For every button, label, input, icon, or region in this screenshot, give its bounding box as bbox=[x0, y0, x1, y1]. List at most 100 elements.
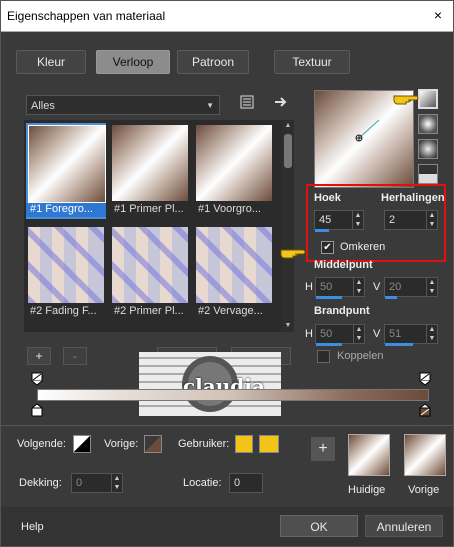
middelpunt-label: Middelpunt bbox=[314, 259, 373, 271]
herhalingen-label: Herhalingen bbox=[381, 192, 445, 204]
gallery-item[interactable]: #1 Foregro... bbox=[26, 123, 106, 219]
hoek-spinner[interactable]: 45 ▲ ▼ bbox=[314, 210, 364, 232]
spin-arrows-icon[interactable]: ▲ ▼ bbox=[426, 325, 437, 343]
herhalingen-value: 2 bbox=[389, 214, 396, 226]
middelpunt-h-spinner[interactable]: 50 ▲ ▼ bbox=[315, 277, 365, 299]
gallery-scrollbar[interactable]: ▲ ▼ bbox=[282, 120, 294, 332]
locatie-field[interactable]: 0 bbox=[229, 473, 263, 493]
gallery-item[interactable]: #1 Voorgro... bbox=[194, 123, 274, 219]
huidige-swatch[interactable] bbox=[348, 434, 390, 476]
dekking-value: 0 bbox=[76, 477, 83, 489]
gradient-thumbnail bbox=[28, 125, 106, 203]
hoek-value: 45 bbox=[319, 214, 332, 226]
volgende-label: Volgende: bbox=[17, 438, 66, 450]
mid-v-slider[interactable] bbox=[385, 296, 397, 299]
dekking-spinner[interactable]: 0 ▲ ▼ bbox=[71, 473, 123, 493]
cancel-button[interactable]: Annuleren bbox=[365, 515, 443, 537]
brandpunt-label: Brandpunt bbox=[314, 305, 370, 317]
mid-v-label: V bbox=[373, 281, 381, 293]
spin-arrows-icon[interactable]: ▲ ▼ bbox=[353, 325, 364, 343]
add-button[interactable]: + bbox=[311, 437, 335, 461]
gallery-item[interactable]: #1 Primer Pl... bbox=[110, 123, 190, 219]
scroll-down-icon[interactable]: ▼ bbox=[282, 320, 294, 332]
brand-h-value: 50 bbox=[320, 328, 333, 340]
mid-h-value: 50 bbox=[320, 281, 333, 293]
vorige-color-swatch[interactable] bbox=[144, 435, 162, 453]
gradient-thumbnail bbox=[28, 227, 104, 303]
omkeren-checkbox[interactable]: ✔ bbox=[321, 241, 334, 254]
gallery-caption: #1 Voorgro... bbox=[198, 203, 261, 215]
radial-gradient-type-button[interactable] bbox=[418, 139, 438, 159]
linear-gradient-type-button[interactable] bbox=[418, 89, 438, 109]
gebruiker-label: Gebruiker: bbox=[178, 438, 230, 450]
gradient-thumbnail bbox=[112, 125, 188, 201]
middelpunt-v-spinner[interactable]: 20 ▲ ▼ bbox=[384, 277, 438, 299]
gallery-caption: #2 Fading F... bbox=[30, 305, 97, 317]
brand-v-label: V bbox=[373, 328, 381, 340]
add-stop-button[interactable]: + bbox=[27, 347, 51, 365]
gallery-item[interactable]: #2 Primer Pl... bbox=[110, 225, 190, 321]
scrollbar-thumb[interactable] bbox=[284, 134, 292, 168]
arrow-right-icon[interactable] bbox=[273, 95, 289, 111]
gradient-strip[interactable] bbox=[37, 389, 429, 401]
hoek-label: Hoek bbox=[314, 192, 341, 204]
dialog-body: Kleur Verloop Patroon Textuur Alles ▼ #1… bbox=[1, 32, 453, 546]
bottom-stop-marker[interactable] bbox=[31, 403, 43, 417]
gallery-caption: #2 Primer Pl... bbox=[114, 305, 184, 317]
spin-arrows-icon[interactable]: ▲ ▼ bbox=[353, 278, 364, 296]
gallery-item[interactable]: #2 Fading F... bbox=[26, 225, 106, 321]
top-stop-marker[interactable] bbox=[31, 372, 43, 386]
spin-arrows-icon[interactable]: ▲ ▼ bbox=[111, 474, 122, 492]
tab-textuur[interactable]: Textuur bbox=[274, 50, 350, 74]
separator bbox=[1, 425, 453, 426]
gallery-caption: #1 Foregro... bbox=[26, 203, 106, 217]
gradient-thumbnail bbox=[196, 227, 272, 303]
close-button[interactable]: × bbox=[430, 7, 446, 23]
mid-h-slider[interactable] bbox=[316, 296, 342, 299]
remove-stop-button[interactable]: - bbox=[63, 347, 87, 365]
bottom-stop-marker[interactable] bbox=[419, 403, 431, 417]
vorige-swatch[interactable] bbox=[404, 434, 446, 476]
spin-arrows-icon[interactable]: ▲ ▼ bbox=[426, 211, 437, 229]
mid-h-label: H bbox=[305, 281, 313, 293]
top-stop-marker[interactable] bbox=[419, 372, 431, 386]
vorige-swatch-label: Vorige bbox=[408, 484, 440, 496]
brandpunt-v-spinner[interactable]: 51 ▲ ▼ bbox=[384, 324, 438, 346]
brand-v-slider[interactable] bbox=[385, 343, 413, 346]
ok-button[interactable]: OK bbox=[280, 515, 358, 537]
tab-patroon[interactable]: Patroon bbox=[177, 50, 249, 74]
spin-arrows-icon[interactable]: ▲ ▼ bbox=[426, 278, 437, 296]
footer: Help OK Annuleren bbox=[1, 507, 453, 546]
volgende-swatch[interactable] bbox=[73, 435, 91, 453]
material-properties-window: Eigenschappen van materiaal × Kleur Verl… bbox=[0, 0, 454, 547]
gradient-thumbnail bbox=[112, 227, 188, 303]
brand-h-slider[interactable] bbox=[316, 343, 342, 346]
gallery-caption: #2 Vervage... bbox=[198, 305, 263, 317]
hand-pointer-icon bbox=[280, 249, 306, 259]
omkeren-label: Omkeren bbox=[340, 241, 386, 253]
brandpunt-h-spinner[interactable]: 50 ▲ ▼ bbox=[315, 324, 365, 346]
rectangular-gradient-type-button[interactable] bbox=[418, 114, 438, 134]
category-value: Alles bbox=[31, 100, 55, 112]
help-link[interactable]: Help bbox=[21, 521, 44, 533]
scroll-up-icon[interactable]: ▲ bbox=[282, 120, 294, 132]
dekking-label: Dekking: bbox=[19, 477, 62, 489]
gebruiker-swatch[interactable] bbox=[235, 435, 253, 453]
list-view-icon[interactable] bbox=[239, 95, 255, 111]
gallery-caption: #1 Primer Pl... bbox=[114, 203, 184, 215]
vorige-label: Vorige: bbox=[104, 438, 139, 450]
gradient-gallery: #1 Foregro... #1 Primer Pl... #1 Voorgro… bbox=[24, 120, 282, 332]
hand-pointer-icon bbox=[393, 95, 419, 105]
user-color-swatch[interactable] bbox=[259, 435, 279, 453]
herhalingen-spinner[interactable]: 2 ▲ ▼ bbox=[384, 210, 438, 230]
hoek-slider[interactable] bbox=[315, 229, 329, 232]
koppelen-checkbox[interactable] bbox=[317, 350, 330, 363]
gallery-item[interactable]: #2 Vervage... bbox=[194, 225, 274, 321]
title-bar: Eigenschappen van materiaal × bbox=[1, 1, 453, 32]
tab-verloop[interactable]: Verloop bbox=[96, 50, 170, 74]
tab-kleur[interactable]: Kleur bbox=[16, 50, 86, 74]
chevron-down-icon: ▼ bbox=[206, 101, 214, 110]
sunburst-gradient-type-button[interactable] bbox=[418, 164, 438, 184]
spin-arrows-icon[interactable]: ▲ ▼ bbox=[352, 211, 363, 229]
category-dropdown[interactable]: Alles ▼ bbox=[26, 95, 220, 115]
